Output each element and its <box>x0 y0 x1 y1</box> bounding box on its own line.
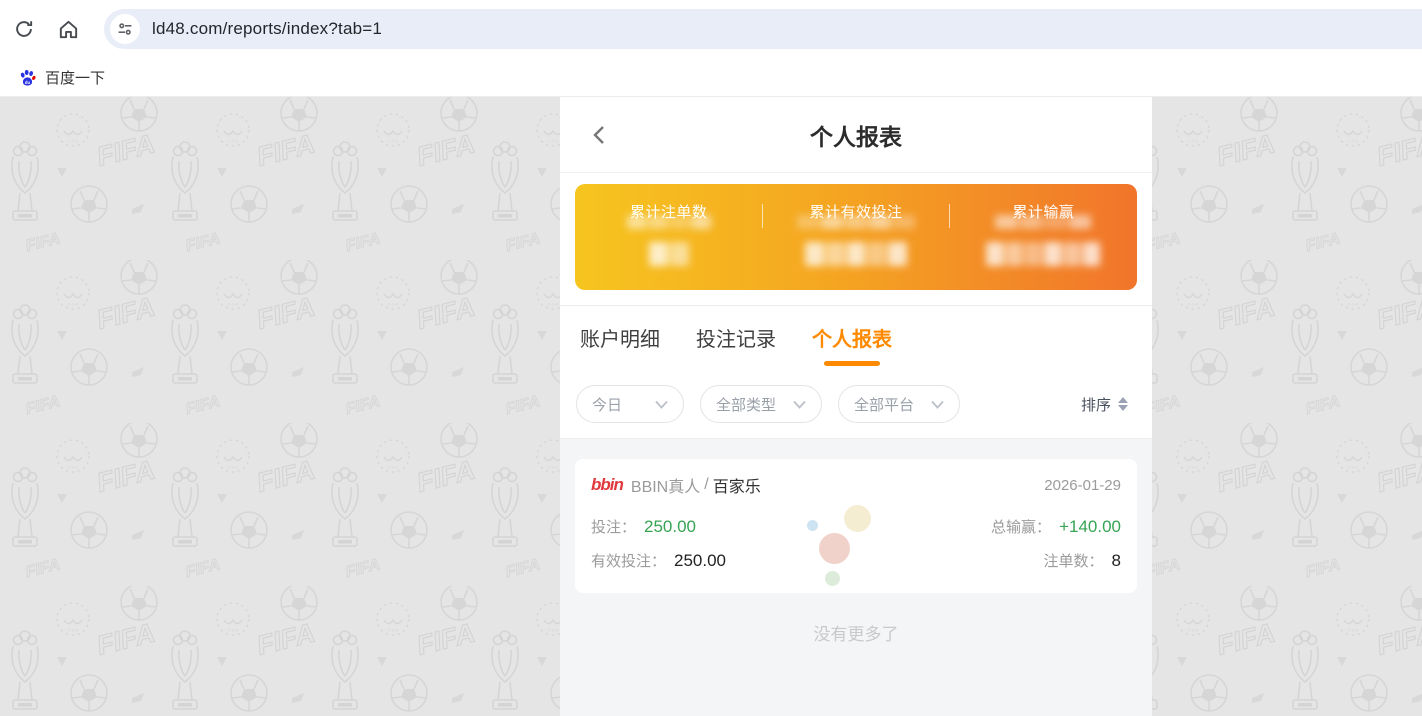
page-header: 个人报表 <box>560 97 1152 173</box>
tab-label: 个人报表 <box>812 329 892 351</box>
report-card-row: 有效投注： 250.00 注单数： 8 <box>591 550 1121 571</box>
valid-bet-label: 有效投注： <box>591 550 666 571</box>
stat-total-winloss: 累计输赢 <box>950 184 1137 290</box>
tab-underline-active <box>824 361 880 366</box>
stat-total-bets: 累计注单数 <box>575 184 762 290</box>
platform-filter-dropdown[interactable]: 全部平台 <box>838 385 960 423</box>
tab-underline <box>592 361 648 366</box>
chevron-down-icon <box>655 400 668 409</box>
report-card-row: 投注： 250.00 总输赢： +140.00 <box>591 516 1121 537</box>
dropdown-label: 全部类型 <box>716 394 776 415</box>
chevron-down-icon <box>931 400 944 409</box>
provider-name: BBIN真人 <box>631 473 700 497</box>
reload-icon <box>13 18 35 40</box>
separator: / <box>704 476 708 494</box>
sort-label: 排序 <box>1081 394 1111 415</box>
stat-label: 累计有效投注 <box>809 201 902 222</box>
page-title: 个人报表 <box>810 118 902 152</box>
report-card-header: bbin BBIN真人 / 百家乐 2026-01-29 <box>591 473 1121 497</box>
stat-label: 累计输赢 <box>1012 201 1074 222</box>
tab-label: 投注记录 <box>696 329 776 351</box>
filter-bar: 今日 全部类型 全部平台 排序 <box>560 374 1152 439</box>
browser-toolbar: ld48.com/reports/index?tab=1 <box>0 0 1422 58</box>
game-name: 百家乐 <box>713 473 761 497</box>
divider <box>949 204 950 228</box>
tune-icon <box>117 21 133 37</box>
reload-button[interactable] <box>6 11 42 47</box>
stat-label: 累计注单数 <box>630 201 708 222</box>
home-icon <box>57 18 80 41</box>
dropdown-label: 全部平台 <box>854 394 914 415</box>
bookmark-label: 百度一下 <box>45 67 105 88</box>
type-filter-dropdown[interactable]: 全部类型 <box>700 385 822 423</box>
report-card[interactable]: bbin BBIN真人 / 百家乐 2026-01-29 投注： 250.00 … <box>575 459 1137 593</box>
bbin-logo: bbin <box>591 475 623 495</box>
tab-label: 账户明细 <box>580 329 660 351</box>
home-button[interactable] <box>50 11 86 47</box>
stat-valid-bet-amount: 累计有效投注 <box>762 184 949 290</box>
url-text[interactable]: ld48.com/reports/index?tab=1 <box>152 19 382 39</box>
chevron-down-icon <box>793 400 806 409</box>
valid-bet-value: 250.00 <box>674 551 726 571</box>
watermark-dot <box>825 571 840 586</box>
divider <box>762 204 763 228</box>
sort-control[interactable]: 排序 <box>1081 394 1136 415</box>
tab-underline <box>708 361 764 366</box>
tab-bet-records[interactable]: 投注记录 <box>696 323 776 374</box>
bookmark-baidu[interactable]: du 百度一下 <box>10 63 113 92</box>
bet-count-label: 注单数： <box>1044 550 1104 571</box>
total-winloss-value: +140.00 <box>1059 517 1121 537</box>
sort-arrows-icon <box>1118 397 1128 411</box>
dropdown-label: 今日 <box>592 394 622 415</box>
site-info-button[interactable] <box>110 14 140 44</box>
bookmarks-bar: du 百度一下 <box>0 58 1422 97</box>
baidu-paw-icon: du <box>18 68 37 87</box>
svg-text:du: du <box>25 79 31 84</box>
address-bar[interactable]: ld48.com/reports/index?tab=1 <box>104 9 1422 49</box>
bet-value: 250.00 <box>644 517 696 537</box>
chevron-left-icon <box>590 125 610 145</box>
bet-label: 投注： <box>591 516 636 537</box>
stats-summary-card: 累计注单数 累计有效投注 累计输赢 <box>575 184 1137 290</box>
total-winloss-label: 总输赢： <box>991 516 1051 537</box>
date-filter-dropdown[interactable]: 今日 <box>576 385 684 423</box>
censored-value <box>805 242 907 266</box>
report-date: 2026-01-29 <box>1044 477 1121 494</box>
tab-personal-report[interactable]: 个人报表 <box>812 323 892 374</box>
report-panel: 个人报表 累计注单数 累计有效投注 累计输赢 <box>560 97 1152 716</box>
no-more-text: 没有更多了 <box>575 620 1137 645</box>
stats-section: 累计注单数 累计有效投注 累计输赢 <box>560 173 1152 306</box>
tab-account-details[interactable]: 账户明细 <box>580 323 660 374</box>
tab-bar: 账户明细 投注记录 个人报表 <box>560 306 1152 374</box>
censored-value <box>649 242 689 266</box>
bet-count-value: 8 <box>1112 551 1121 571</box>
censored-value <box>986 242 1100 266</box>
page-background: F F B FIFA FIFA 个人报表 <box>0 97 1422 716</box>
back-button[interactable] <box>586 121 614 149</box>
report-list: bbin BBIN真人 / 百家乐 2026-01-29 投注： 250.00 … <box>560 439 1152 716</box>
